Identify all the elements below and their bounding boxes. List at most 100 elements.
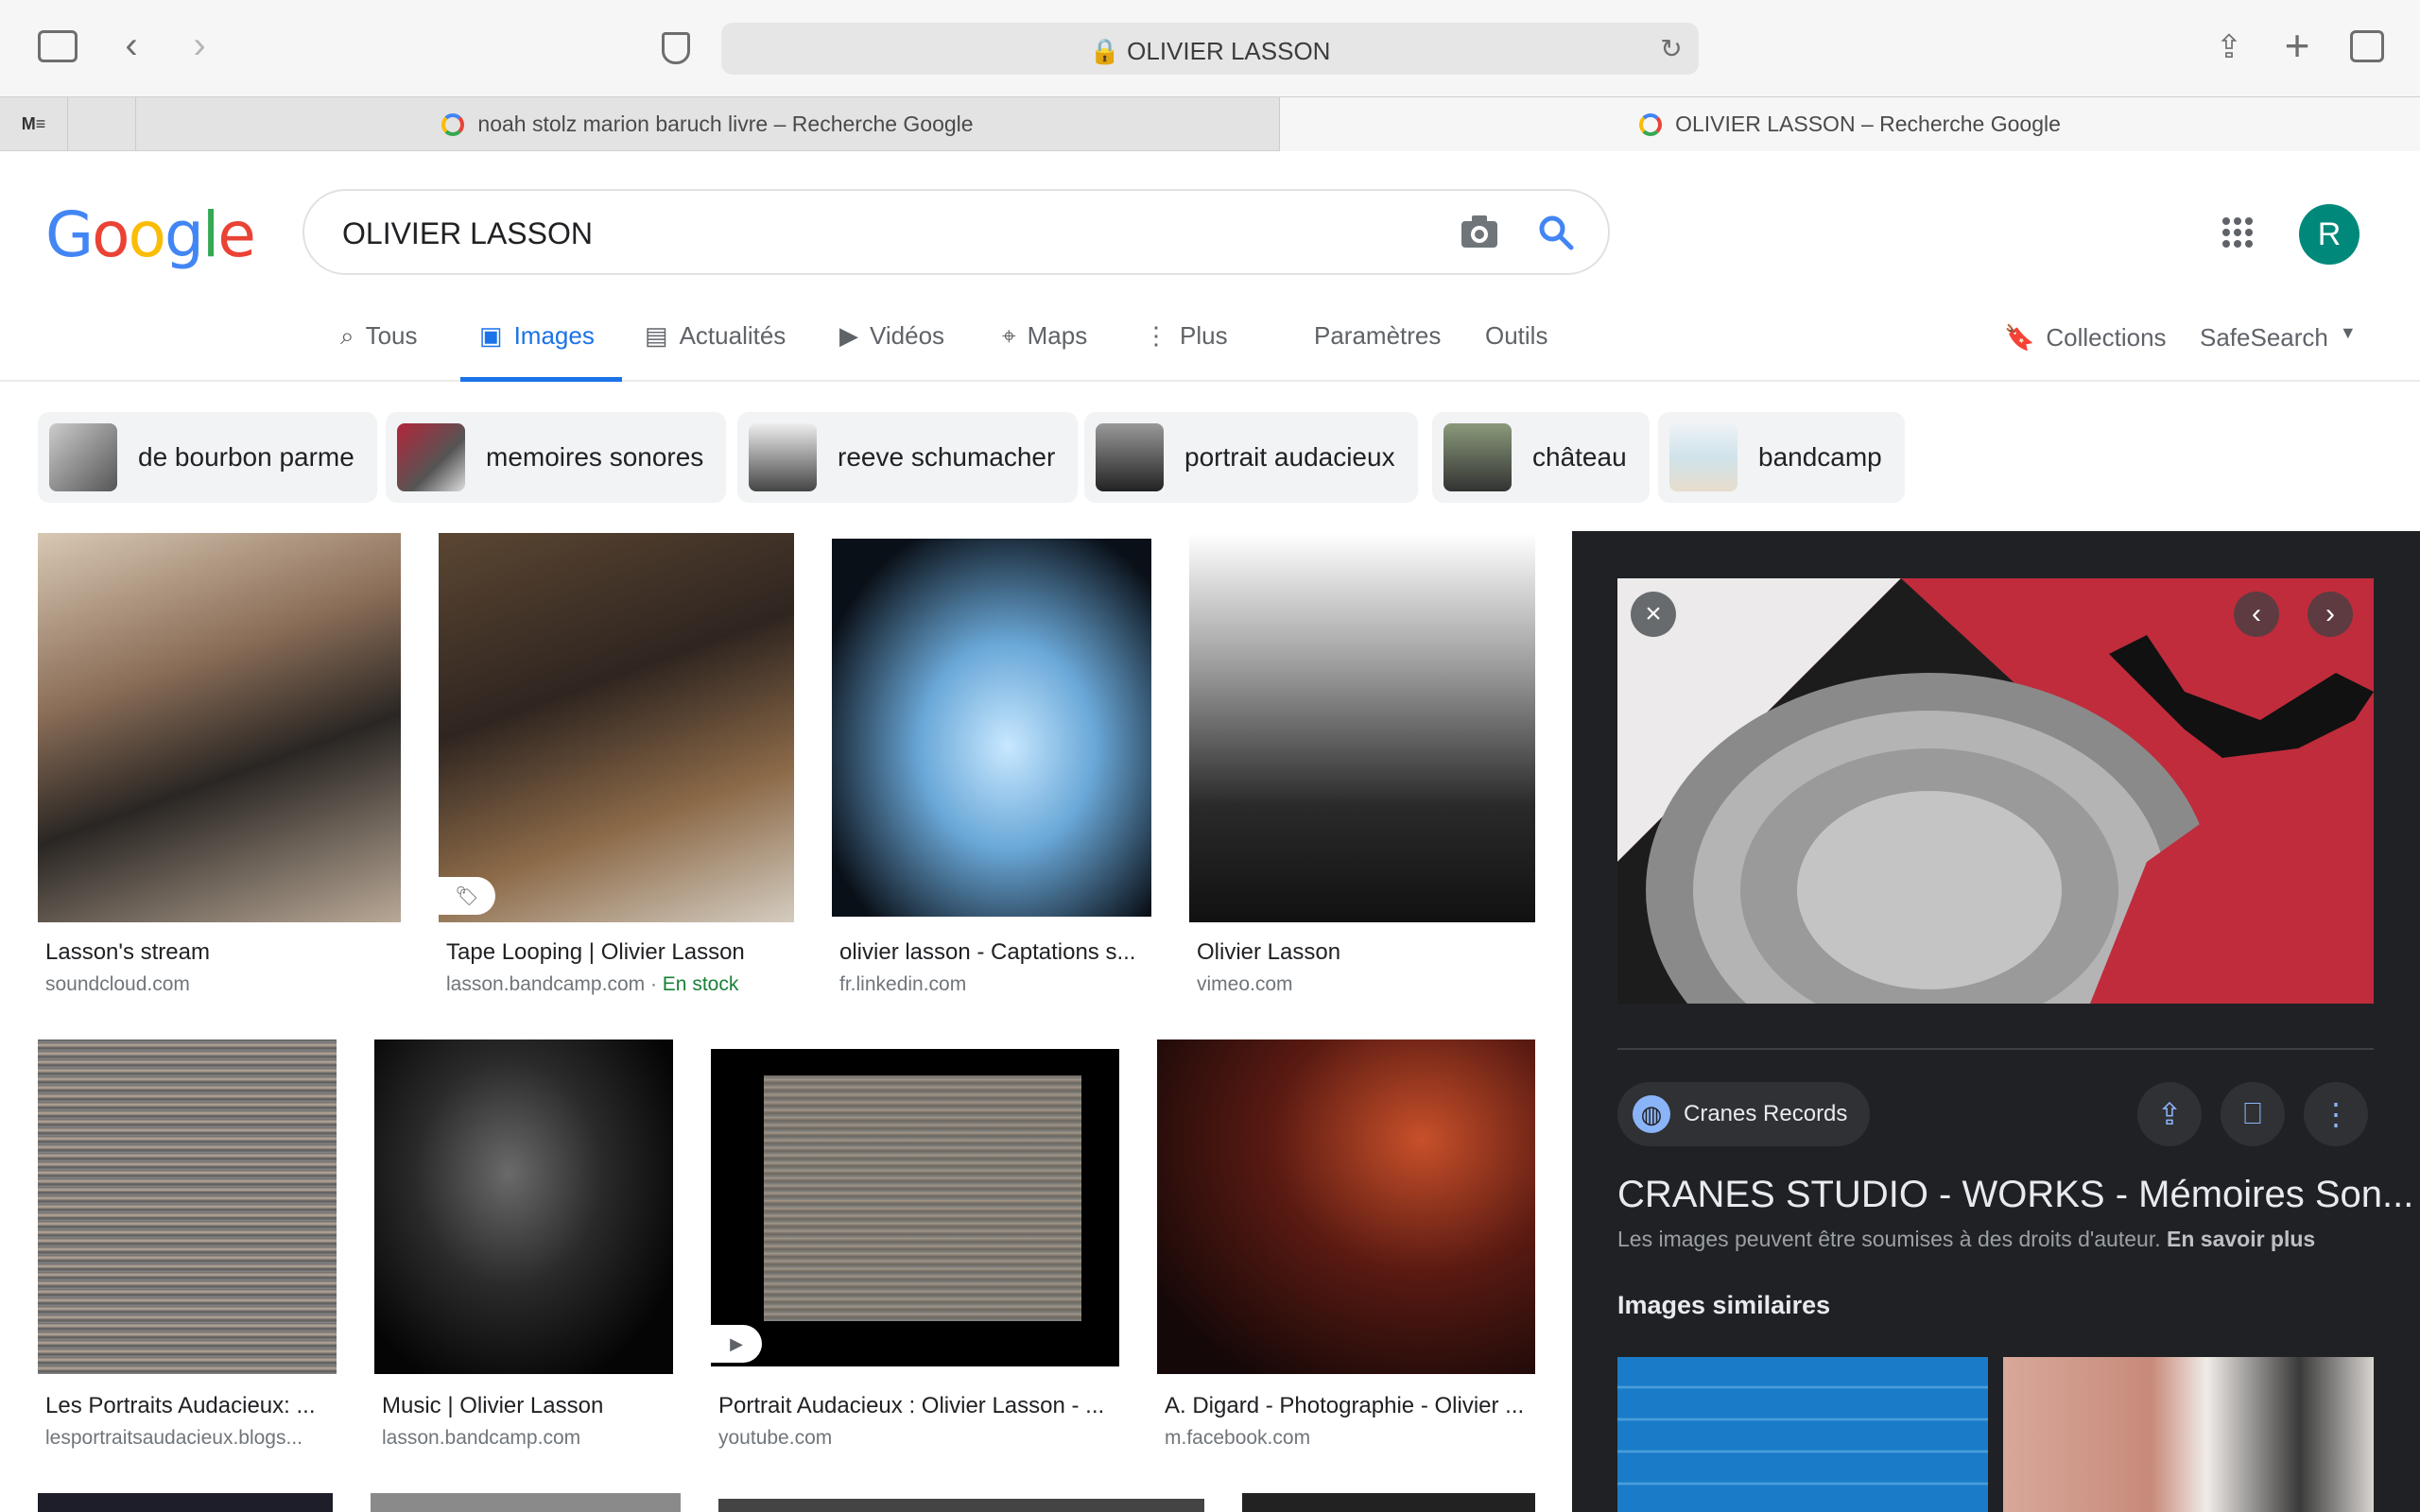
tab-label: noah stolz marion baruch livre – Recherc… (477, 112, 974, 136)
tab-olivier-lasson[interactable]: OLIVIER LASSON – Recherche Google (1280, 97, 2420, 151)
result-image[interactable] (38, 1493, 333, 1512)
back-icon[interactable]: ‹ (117, 25, 146, 66)
chip-reeve-schumacher[interactable]: reeve schumacher (737, 412, 1079, 503)
tab-images[interactable]: ▣ Images (460, 321, 622, 382)
tab-actualites[interactable]: ▤ Actualités (645, 321, 786, 382)
browser-toolbar: ‹ › 🔒 OLIVIER LASSON ↻ ⇪ + (0, 0, 2420, 96)
result-title[interactable]: A. Digard - Photographie - Olivier ... (1165, 1393, 1524, 1419)
result-image[interactable] (371, 1493, 681, 1512)
result-source[interactable]: m.facebook.com (1165, 1427, 1524, 1450)
tab-tous[interactable]: ⌕ Tous (340, 321, 417, 382)
google-favicon-icon (441, 112, 465, 136)
tab-videos[interactable]: ▶ Vidéos (839, 321, 944, 382)
safesearch-button[interactable]: SafeSearch ▼ (2200, 323, 2357, 384)
result-title[interactable]: olivier lasson - Captations s... (839, 939, 1151, 966)
news-icon: ▤ (645, 321, 668, 350)
result-title[interactable]: Lasson's stream (45, 939, 395, 966)
address-text: OLIVIER LASSON (1127, 37, 1331, 65)
tab-bar: M≡ noah stolz marion baruch livre – Rech… (0, 96, 2420, 151)
camera-icon[interactable] (1460, 214, 1499, 249)
pinned-tab-empty[interactable] (68, 97, 136, 151)
sidebar-icon[interactable] (38, 30, 78, 62)
google-logo[interactable]: Google (45, 198, 256, 271)
source-name: Cranes Records (1684, 1101, 1848, 1126)
result-image[interactable] (38, 533, 401, 922)
next-icon[interactable]: › (2308, 592, 2353, 637)
avatar-letter: R (2317, 215, 2342, 252)
result-image[interactable] (1189, 533, 1535, 922)
globe-icon: ◍ (1633, 1095, 1670, 1133)
chip-thumbnail (1096, 423, 1164, 491)
chip-thumbnail (49, 423, 117, 491)
new-tab-icon[interactable]: + (2278, 21, 2316, 70)
result-title[interactable]: Portrait Audacieux : Olivier Lasson - ..… (718, 1393, 1115, 1419)
pinned-tab[interactable]: M≡ (0, 97, 68, 151)
forward-icon[interactable]: › (185, 25, 214, 66)
google-favicon-icon (1639, 112, 1663, 136)
chip-thumbnail (1669, 423, 1737, 491)
chip-chateau[interactable]: château (1432, 412, 1650, 503)
shield-icon[interactable] (662, 32, 690, 64)
share-icon[interactable]: ⇪ (2137, 1082, 2202, 1146)
result-title[interactable]: Music | Olivier Lasson (382, 1393, 684, 1419)
result-source[interactable]: lesportraitsaudacieux.blogs... (45, 1427, 329, 1450)
play-icon: ▶ (711, 1325, 762, 1363)
result-source[interactable]: vimeo.com (1197, 973, 1528, 996)
result-image[interactable] (832, 539, 1151, 917)
previous-icon[interactable]: ‹ (2234, 592, 2279, 637)
result-title[interactable]: Les Portraits Audacieux: ... (45, 1393, 329, 1419)
tab-parametres[interactable]: Paramètres (1314, 321, 1441, 382)
result-image[interactable] (38, 1040, 337, 1374)
result-image[interactable] (1157, 1040, 1535, 1374)
source-link[interactable]: ◍ Cranes Records (1617, 1082, 1871, 1146)
avatar[interactable]: R (2299, 204, 2360, 265)
preview-title[interactable]: CRANES STUDIO - WORKS - Mémoires Son... (1617, 1174, 2413, 1216)
tab-outils[interactable]: Outils (1485, 321, 1547, 382)
reload-icon[interactable]: ↻ (1657, 34, 1685, 63)
result-image[interactable] (374, 1040, 673, 1374)
similar-image[interactable] (1617, 1357, 1988, 1512)
address-bar[interactable]: 🔒 OLIVIER LASSON ↻ (721, 23, 1699, 75)
search-input[interactable]: OLIVIER LASSON (342, 216, 593, 251)
search-icon[interactable] (1537, 214, 1575, 251)
more-vert-icon[interactable]: ⋮ (2304, 1082, 2368, 1146)
image-icon: ▣ (479, 321, 503, 350)
result-image[interactable]: ▶ (711, 1049, 1119, 1366)
result-source[interactable]: lasson.bandcamp.com (382, 1427, 684, 1450)
tab-plus[interactable]: ⋮ Plus (1144, 321, 1228, 382)
search-box[interactable]: OLIVIER LASSON (302, 189, 1610, 275)
tab-label: OLIVIER LASSON – Recherche Google (1675, 112, 2061, 136)
tab-noah-stolz[interactable]: noah stolz marion baruch livre – Recherc… (136, 97, 1280, 151)
result-title[interactable]: Olivier Lasson (1197, 939, 1528, 966)
result-source[interactable]: soundcloud.com (45, 973, 395, 996)
result-image[interactable]: 🏷 (439, 533, 794, 922)
similar-image[interactable] (2003, 1357, 2374, 1512)
result-image[interactable] (1242, 1493, 1535, 1512)
preview-image[interactable]: × ‹ › (1617, 578, 2374, 1004)
lock-icon: 🔒 (1089, 37, 1128, 65)
result-image[interactable] (718, 1499, 1204, 1512)
result-source[interactable]: fr.linkedin.com (839, 973, 1151, 996)
close-icon[interactable]: × (1631, 592, 1676, 637)
stock-badge: En stock (662, 973, 739, 995)
similar-images-heading: Images similaires (1617, 1291, 1831, 1319)
result-source[interactable]: youtube.com (718, 1427, 1115, 1450)
chip-de-bourbon-parme[interactable]: de bourbon parme (38, 412, 377, 503)
chip-thumbnail (749, 423, 817, 491)
chip-portrait-audacieux[interactable]: portrait audacieux (1084, 412, 1418, 503)
apps-grid-icon[interactable] (2221, 216, 2254, 249)
dropdown-arrow-icon: ▼ (2339, 323, 2357, 342)
collections-button[interactable]: 🔖 Collections (2004, 323, 2167, 384)
tabs-overview-icon[interactable] (2350, 30, 2384, 62)
chip-memoires-sonores[interactable]: memoires sonores (386, 412, 727, 503)
video-thumbnail (764, 1075, 1081, 1321)
share-icon[interactable]: ⇪ (2212, 26, 2246, 68)
learn-more-link[interactable]: En savoir plus (2167, 1227, 2315, 1251)
chip-thumbnail (1443, 423, 1512, 491)
result-title[interactable]: Tape Looping | Olivier Lasson (446, 939, 796, 966)
chip-bandcamp[interactable]: bandcamp (1658, 412, 1905, 503)
video-icon: ▶ (839, 321, 858, 350)
save-bookmark-icon[interactable]: ⎕ (2221, 1082, 2285, 1146)
tab-maps[interactable]: ⌖ Maps (1002, 321, 1087, 382)
result-source[interactable]: lasson.bandcamp.com · En stock (446, 973, 805, 996)
